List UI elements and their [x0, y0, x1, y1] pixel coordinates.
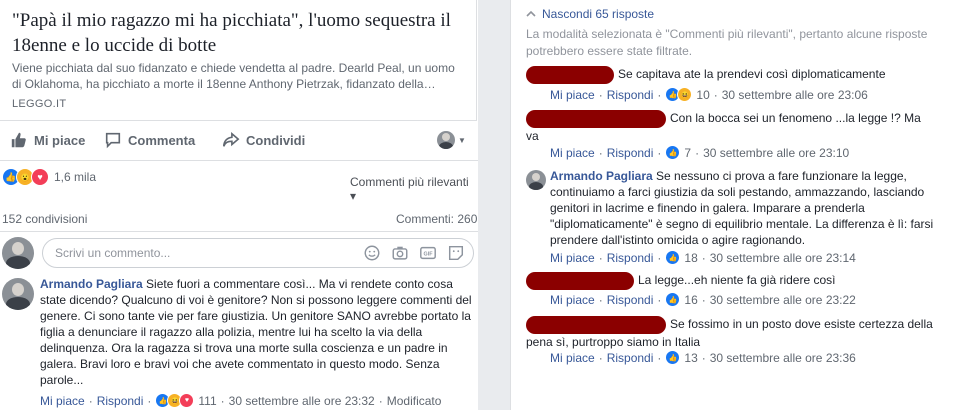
reply-reactions[interactable]: 👍: [665, 292, 681, 307]
thumbs-up-icon: [11, 132, 26, 148]
reply-reactions[interactable]: 👍: [665, 145, 681, 160]
reply-timestamp[interactable]: 30 settembre alle ore 23:06: [722, 88, 868, 102]
love-reaction-icon: ♥: [179, 393, 195, 408]
reply-like-link[interactable]: Mi piace: [550, 251, 595, 265]
link-title[interactable]: "Papà il mio ragazzo mi ha picchiata", l…: [12, 8, 462, 58]
reply-reaction-count[interactable]: 13: [684, 351, 697, 365]
comment-label: Commenta: [128, 132, 196, 148]
comment-sort-dropdown[interactable]: Commenti più rilevanti ▾: [350, 175, 478, 203]
reply-item: Con la bocca sei un fenomeno ...la legge…: [526, 110, 926, 144]
reply-author[interactable]: Armando Pagliara: [550, 169, 653, 183]
like-label: Mi piace: [34, 132, 86, 148]
comments-count[interactable]: Commenti: 260: [396, 212, 477, 226]
like-button[interactable]: Mi piace: [10, 131, 85, 149]
main-comment-meta: Mi piace · Rispondi · 👍 😆 ♥ 111 · 30 set…: [40, 393, 442, 408]
camera-icon[interactable]: [391, 244, 409, 262]
comment-reply-link[interactable]: Rispondi: [97, 394, 144, 408]
reply-item: Armando Pagliara Se nessuno ci prova a f…: [550, 168, 946, 248]
redacted-author: [526, 272, 634, 290]
main-comment-body: Armando Pagliara Siete fuori a commentar…: [40, 276, 472, 388]
comment-composer: Scrivi un commento... GIF: [0, 231, 478, 272]
haha-reaction-icon: 😆: [677, 87, 693, 102]
reply-like-link[interactable]: Mi piace: [550, 146, 595, 160]
avatar: [437, 131, 455, 149]
gif-icon[interactable]: GIF: [419, 244, 437, 262]
reply-reaction-count[interactable]: 7: [684, 146, 691, 160]
avatar[interactable]: [526, 170, 546, 190]
reply-reply-link[interactable]: Rispondi: [607, 251, 654, 265]
link-description: Viene picchiata dal suo fidanzato e chie…: [12, 61, 455, 91]
reply-reaction-count[interactable]: 18: [684, 251, 697, 265]
post-as-selector[interactable]: ▼: [437, 131, 466, 149]
reply-reply-link[interactable]: Rispondi: [607, 293, 654, 307]
reply-text: La legge...eh niente fa già ridere così: [638, 273, 836, 288]
reply-reply-link[interactable]: Rispondi: [607, 351, 654, 365]
comment-button[interactable]: Commenta: [104, 131, 195, 149]
avatar[interactable]: [2, 278, 34, 310]
post-panel: "Papà il mio ragazzo mi ha picchiata", l…: [0, 0, 478, 410]
comment-input[interactable]: Scrivi un commento... GIF: [42, 238, 474, 268]
like-reaction-icon: 👍: [665, 145, 681, 160]
reply-like-link[interactable]: Mi piace: [550, 293, 595, 307]
comment-bubble-icon: [105, 132, 121, 149]
chevron-up-icon: [526, 10, 536, 17]
svg-text:GIF: GIF: [424, 252, 434, 258]
comment-author[interactable]: Armando Pagliara: [40, 277, 143, 291]
like-reaction-icon: 👍: [665, 350, 681, 365]
reply-timestamp[interactable]: 30 settembre alle ore 23:10: [703, 146, 849, 160]
share-button[interactable]: Condividi: [222, 131, 305, 149]
comment-reaction-count[interactable]: 111: [198, 394, 216, 408]
hide-replies-label: Nascondi 65 risposte: [542, 7, 655, 21]
comment-like-link[interactable]: Mi piace: [40, 394, 85, 408]
shares-count[interactable]: 152 condivisioni: [2, 212, 87, 226]
reply-meta: Mi piace · Rispondi · 👍 16 · 30 settembre a…: [550, 292, 856, 307]
link-preview[interactable]: "Papà il mio ragazzo mi ha picchiata", l…: [0, 0, 477, 121]
reply-item: Se capitava ate la prendevi così diploma…: [526, 66, 946, 84]
reply-timestamp[interactable]: 30 settembre alle ore 23:22: [710, 293, 856, 307]
reply-meta: Mi piace · Rispondi · 👍 😆 10 · 30 settembre …: [550, 87, 868, 102]
comment-timestamp[interactable]: 30 settembre alle ore 23:32: [229, 394, 375, 408]
reply-reactions[interactable]: 👍: [665, 350, 681, 365]
like-reaction-icon: 👍: [665, 292, 681, 307]
reply-item: Se fossimo in un posto dove esiste certe…: [526, 316, 946, 350]
like-reaction-icon: 👍: [665, 250, 681, 265]
redacted-author: [526, 316, 666, 334]
reactions-summary[interactable]: 👍 😮 ♥ 1,6 mila Commenti più rilevanti ▾: [0, 168, 478, 203]
link-source: LEGGO.IT: [12, 98, 67, 110]
emoji-icon[interactable]: [363, 244, 381, 262]
reply-text: Se capitava ate la prendevi così diploma…: [618, 67, 886, 82]
reply-reactions[interactable]: 👍 😆: [665, 87, 693, 102]
reply-like-link[interactable]: Mi piace: [550, 88, 595, 102]
reply-meta: Mi piace · Rispondi · 👍 18 · 30 settembre a…: [550, 250, 856, 265]
reply-reaction-count[interactable]: 16: [684, 293, 697, 307]
reply-item: La legge...eh niente fa già ridere così: [526, 272, 946, 290]
sticker-icon[interactable]: [447, 244, 465, 262]
reply-meta: Mi piace · Rispondi · 👍 13 · 30 settembre a…: [550, 350, 856, 365]
redacted-author: [526, 110, 666, 128]
hide-replies-link[interactable]: Nascondi 65 risposte: [526, 7, 654, 21]
avatar: [2, 237, 34, 269]
reply-reply-link[interactable]: Rispondi: [607, 146, 654, 160]
reply-like-link[interactable]: Mi piace: [550, 351, 595, 365]
post-action-bar: Mi piace Commenta Condividi: [0, 122, 478, 161]
comment-text: Siete fuori a commentare così... Ma vi r…: [40, 277, 472, 387]
share-label: Condividi: [246, 132, 306, 148]
replies-panel: Nascondi 65 risposte La modalità selezio…: [510, 0, 958, 410]
reactions-count[interactable]: 1,6 mila: [54, 170, 96, 184]
reply-reaction-count[interactable]: 10: [696, 88, 709, 102]
comment-edited-label[interactable]: Modificato: [387, 394, 442, 408]
reply-reactions[interactable]: 👍: [665, 250, 681, 265]
reply-timestamp[interactable]: 30 settembre alle ore 23:36: [710, 351, 856, 365]
page-gutter: [478, 0, 510, 410]
reply-timestamp[interactable]: 30 settembre alle ore 23:14: [710, 251, 856, 265]
reply-reply-link[interactable]: Rispondi: [607, 88, 654, 102]
comment-reactions[interactable]: 👍 😆 ♥: [155, 393, 195, 408]
reply-meta: Mi piace · Rispondi · 👍 7 · 30 settembre al…: [550, 145, 850, 160]
redacted-author: [526, 66, 614, 84]
love-reaction-icon: ♥: [31, 168, 49, 186]
comment-placeholder: Scrivi un commento...: [55, 246, 171, 260]
chevron-down-icon: ▼: [458, 135, 466, 145]
filter-notice: La modalità selezionata è "Commenti più …: [526, 27, 928, 58]
share-arrow-icon: [222, 131, 240, 147]
